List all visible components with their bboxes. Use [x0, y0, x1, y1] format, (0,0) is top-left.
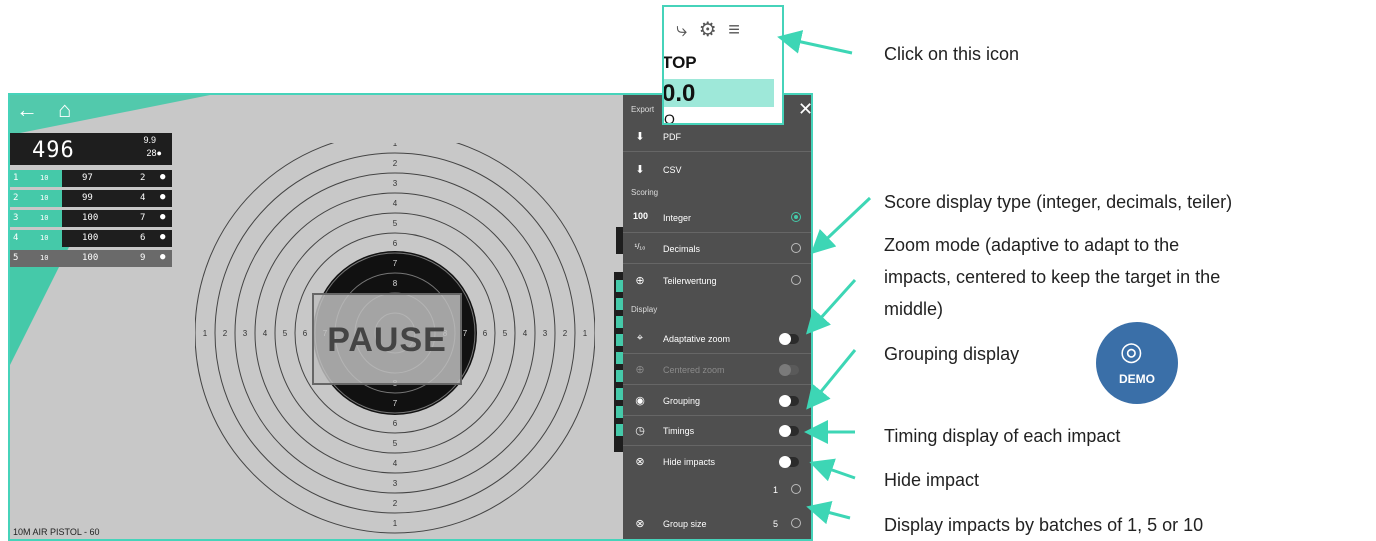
annotation-score-type: Score display type (integer, decimals, t…: [884, 192, 1233, 212]
annotation-zoom-line1: Zoom mode (adaptive to adapt to the: [884, 235, 1180, 255]
arrow-hide: [809, 458, 856, 482]
arrow-menu: [777, 30, 853, 55]
arrow-score-type: [810, 196, 872, 255]
annotation-click-icon: Click on this icon: [884, 44, 1020, 64]
annotation-batches: Display impacts by batches of 1, 5 or 10: [884, 515, 1204, 535]
annotation-grouping: Grouping display: [884, 344, 1020, 364]
demo-badge[interactable]: ◎ DEMO: [1096, 322, 1178, 404]
demo-label: DEMO: [1119, 372, 1155, 386]
annotation-zoom-line2: impacts, centered to keep the target in …: [884, 267, 1221, 287]
annotation-zoom-line3: middle): [884, 299, 944, 319]
annotation-hide: Hide impact: [884, 470, 980, 490]
arrow-zoom: [805, 278, 857, 335]
arrow-grouping: [806, 349, 857, 410]
arrow-batches: [806, 500, 851, 525]
cursor-click-icon: ◎: [1120, 336, 1143, 366]
annotation-timing: Timing display of each impact: [884, 426, 1121, 446]
